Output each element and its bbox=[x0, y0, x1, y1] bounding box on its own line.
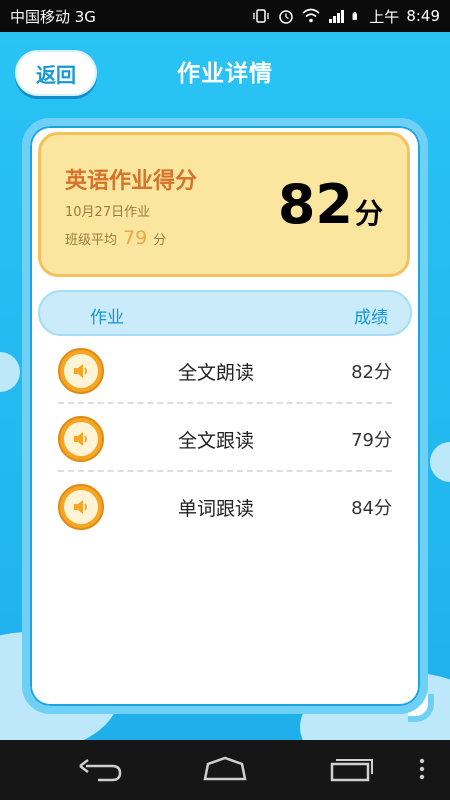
task-name: 单词跟读 bbox=[178, 498, 255, 520]
table-row: 单词跟读 84分 bbox=[58, 474, 392, 540]
table-row: 全文朗读 82分 bbox=[58, 338, 392, 404]
wifi-icon bbox=[302, 8, 320, 23]
status-bar: 中国移动 3G 上午 8:49 bbox=[0, 0, 450, 32]
vibrate-icon bbox=[253, 9, 269, 23]
total-score: 82 分 bbox=[278, 173, 383, 236]
alarm-icon bbox=[279, 10, 294, 24]
table-header: 作业 成绩 bbox=[38, 290, 412, 336]
row-divider bbox=[58, 402, 392, 404]
assignment-date: 10月27日作业 bbox=[65, 205, 151, 220]
task-score: 79分 bbox=[351, 430, 392, 451]
back-icon[interactable] bbox=[76, 754, 126, 784]
home-icon[interactable] bbox=[200, 754, 250, 784]
speaker-icon[interactable] bbox=[58, 348, 104, 394]
score-title: 英语作业得分 bbox=[65, 169, 198, 194]
time-ampm: 上午 bbox=[369, 7, 400, 26]
class-average-value: 79 bbox=[123, 227, 148, 249]
task-name: 全文跟读 bbox=[178, 430, 255, 452]
battery-icon bbox=[352, 12, 358, 20]
total-score-unit: 分 bbox=[354, 197, 383, 230]
page-title: 作业详情 bbox=[177, 61, 273, 87]
recent-apps-icon[interactable] bbox=[326, 754, 376, 784]
class-average-unit: 分 bbox=[153, 233, 167, 248]
background-cloud bbox=[0, 352, 20, 392]
speaker-icon[interactable] bbox=[58, 484, 104, 530]
carrier-label: 中国移动 3G bbox=[10, 7, 96, 26]
row-divider bbox=[58, 470, 392, 472]
column-header-task: 作业 bbox=[90, 308, 124, 328]
speaker-icon[interactable] bbox=[58, 416, 104, 462]
column-header-score: 成绩 bbox=[354, 308, 388, 328]
class-average-label: 班级平均 bbox=[65, 233, 118, 248]
signal-icon bbox=[329, 10, 345, 23]
navigation-bar bbox=[0, 740, 450, 800]
task-score: 82分 bbox=[351, 362, 392, 383]
time-label: 8:49 bbox=[406, 7, 440, 25]
class-average: 班级平均 79 分 bbox=[65, 227, 166, 249]
background-cloud bbox=[430, 442, 450, 482]
task-name: 全文朗读 bbox=[178, 362, 255, 384]
menu-icon[interactable] bbox=[412, 754, 432, 784]
table-row: 全文跟读 79分 bbox=[58, 406, 392, 472]
task-score: 84分 bbox=[351, 498, 392, 519]
total-score-value: 82 bbox=[277, 173, 353, 236]
score-panel: 英语作业得分 10月27日作业 班级平均 79 分 82 分 bbox=[38, 132, 410, 277]
